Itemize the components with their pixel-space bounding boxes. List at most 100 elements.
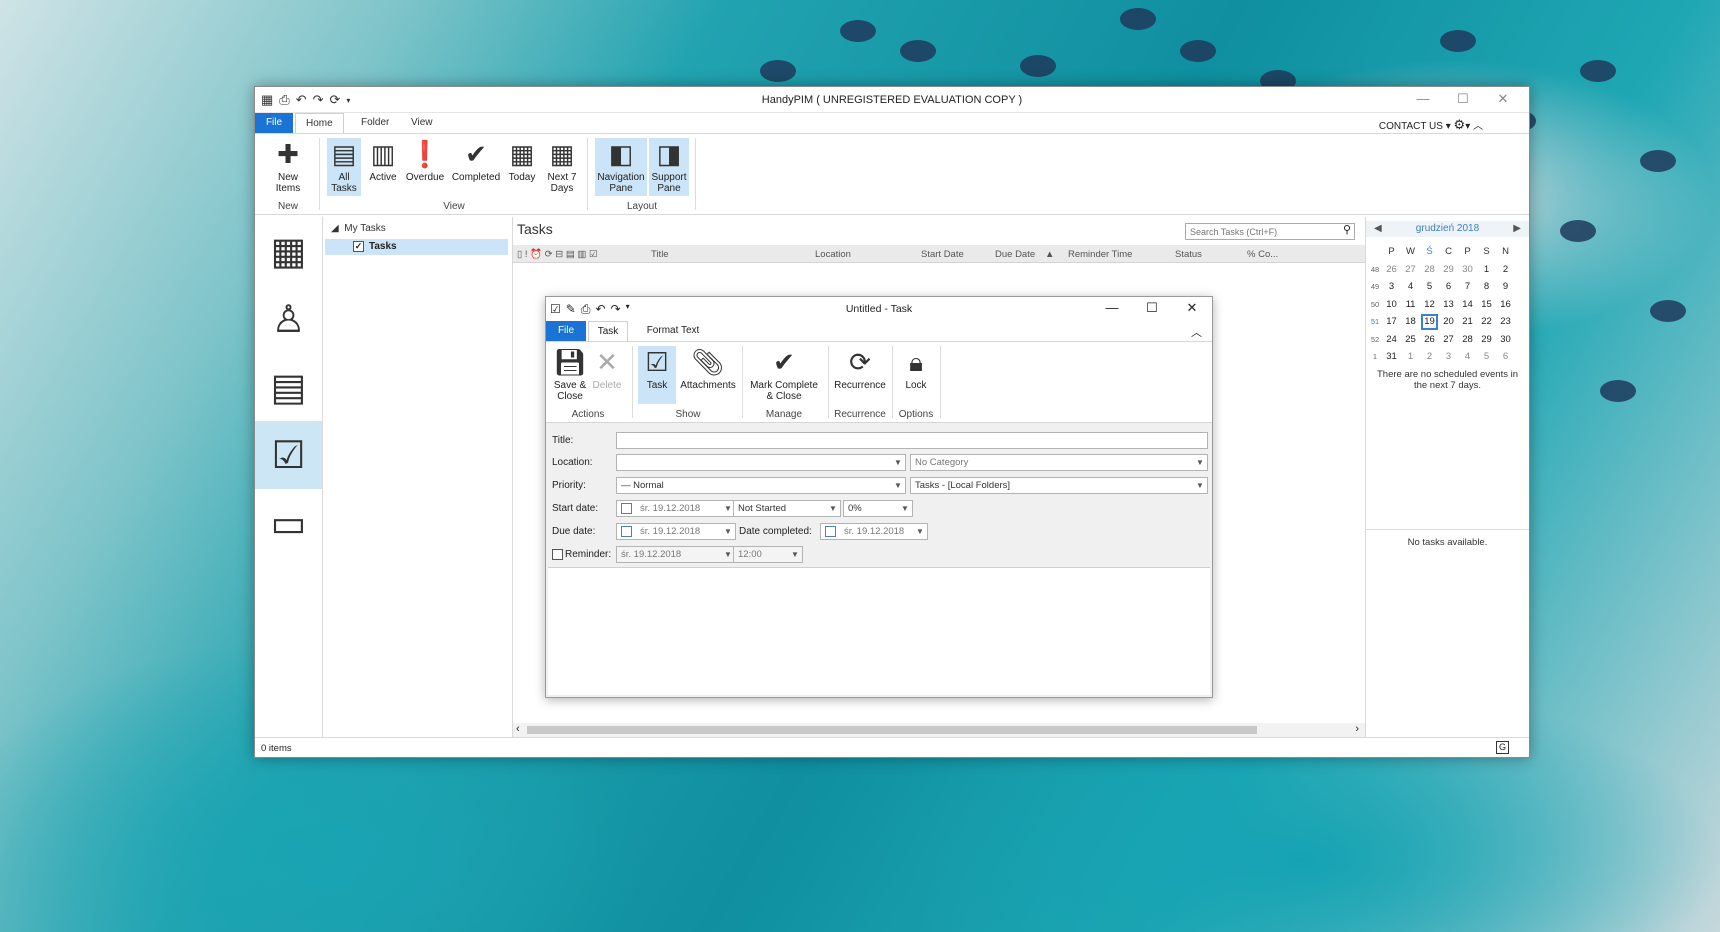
active-button[interactable]: ▥ Active xyxy=(365,138,401,183)
col-status[interactable]: Status xyxy=(1175,249,1202,260)
calendar-day[interactable]: 3 xyxy=(1382,278,1401,296)
scroll-right-icon[interactable]: › xyxy=(1355,723,1359,735)
col-reminder-time[interactable]: Reminder Time xyxy=(1068,249,1132,260)
calendar-day[interactable]: 9 xyxy=(1496,278,1515,296)
mark-complete-button[interactable]: ✔ Mark Complete & Close xyxy=(746,346,822,402)
calendar-day[interactable]: 4 xyxy=(1458,348,1477,366)
chevron-down-icon[interactable]: ▼ xyxy=(898,501,912,516)
calendar-day[interactable]: 4 xyxy=(1401,278,1420,296)
minimize-icon[interactable]: — xyxy=(1403,89,1443,109)
minimize-icon[interactable]: — xyxy=(1092,297,1132,319)
gear-icon[interactable]: ⚙ xyxy=(1454,117,1466,132)
start-date-checkbox[interactable] xyxy=(621,502,632,514)
calendar-day[interactable]: 19 xyxy=(1420,313,1439,331)
chevron-down-icon[interactable]: ▼ xyxy=(913,524,927,539)
chevron-down-icon[interactable]: ▼ xyxy=(721,524,735,539)
chevron-down-icon[interactable]: ▼ xyxy=(1193,455,1207,470)
calendar-day[interactable]: 15 xyxy=(1477,296,1496,314)
calendar-day[interactable]: 26 xyxy=(1420,331,1439,349)
delete-button[interactable]: ✕ Delete xyxy=(590,346,624,391)
nav-calendar[interactable]: ▦ xyxy=(255,217,322,285)
scroll-thumb[interactable] xyxy=(527,726,1257,734)
tab-file[interactable]: File xyxy=(255,113,293,133)
location-combo[interactable]: ▼ xyxy=(616,454,906,471)
calendar-day[interactable]: 28 xyxy=(1458,331,1477,349)
calendar-day[interactable]: 12 xyxy=(1420,296,1439,314)
notes-editor[interactable] xyxy=(548,567,1210,695)
col-title[interactable]: Title xyxy=(651,249,669,260)
nav-folders[interactable]: ▭ xyxy=(255,489,322,557)
calendar-day[interactable]: 25 xyxy=(1401,331,1420,349)
calendar-day[interactable]: 27 xyxy=(1401,261,1420,279)
calendar-day[interactable]: 11 xyxy=(1401,296,1420,314)
calendar-day[interactable]: 29 xyxy=(1439,261,1458,279)
scroll-left-icon[interactable]: ‹ xyxy=(516,723,520,735)
reminder-time-select[interactable]: 12:00 ▼ xyxy=(733,546,803,563)
contact-us-link[interactable]: CONTACT US ▾ ⚙▾ ︿ xyxy=(1379,117,1483,133)
next-7-days-button[interactable]: ▦ Next 7 Days xyxy=(543,138,581,194)
calendar-day[interactable]: 26 xyxy=(1382,261,1401,279)
recurrence-button[interactable]: ⟳ Recurrence xyxy=(832,346,888,391)
collapse-arrow-icon[interactable]: ◢ xyxy=(331,223,339,234)
calendar-day[interactable]: 8 xyxy=(1477,278,1496,296)
collapse-ribbon-icon[interactable]: ︿ xyxy=(1473,121,1483,132)
calendar-day[interactable]: 16 xyxy=(1496,296,1515,314)
calendar-day[interactable]: 10 xyxy=(1382,296,1401,314)
calendar-day[interactable]: 24 xyxy=(1382,331,1401,349)
search-input[interactable] xyxy=(1185,223,1355,240)
nav-notes[interactable]: ▤ xyxy=(255,353,322,421)
calendar-day[interactable]: 5 xyxy=(1420,278,1439,296)
percent-complete-select[interactable]: 0% ▼ xyxy=(843,500,913,517)
calendar-day[interactable]: 14 xyxy=(1458,296,1477,314)
calendar-day[interactable]: 28 xyxy=(1420,261,1439,279)
calendar-day[interactable]: 30 xyxy=(1496,331,1515,349)
col-percent-complete[interactable]: % Co... xyxy=(1247,249,1278,260)
due-date-checkbox[interactable] xyxy=(621,525,632,537)
tree-tasks-folder[interactable]: ✓ Tasks xyxy=(325,239,508,255)
close-icon[interactable]: ✕ xyxy=(1483,89,1523,109)
calendar-day[interactable]: 2 xyxy=(1496,261,1515,279)
priority-select[interactable]: — Normal ▼ xyxy=(616,477,906,494)
dialog-tab-file[interactable]: File xyxy=(546,321,586,341)
prev-month-icon[interactable]: ◀ xyxy=(1374,221,1382,237)
calendar-day[interactable]: 5 xyxy=(1477,348,1496,366)
lock-button[interactable]: 🔒︎ Lock xyxy=(896,346,936,391)
calendar-day[interactable]: 6 xyxy=(1496,348,1515,366)
all-tasks-button[interactable]: ▤ All Tasks xyxy=(327,138,361,196)
date-completed-picker[interactable]: śr. 19.12.2018 ▼ xyxy=(820,523,928,540)
chevron-down-icon[interactable]: ▼ xyxy=(826,501,840,516)
calendar-day[interactable]: 13 xyxy=(1439,296,1458,314)
due-date-picker[interactable]: śr. 19.12.2018 ▼ xyxy=(616,523,736,540)
calendar-day[interactable]: 21 xyxy=(1458,313,1477,331)
date-completed-checkbox[interactable] xyxy=(825,525,836,537)
calendar-day[interactable]: 30 xyxy=(1458,261,1477,279)
calendar-day[interactable]: 29 xyxy=(1477,331,1496,349)
type-column-icon[interactable]: ▯ ! ⏰ ⟳ ⊟ ▤ ▥ ☑ xyxy=(517,249,598,260)
chevron-down-icon[interactable]: ▼ xyxy=(891,478,905,493)
reminder-checkbox[interactable] xyxy=(552,549,563,560)
calendar-day[interactable]: 2 xyxy=(1420,348,1439,366)
folder-select[interactable]: Tasks - [Local Folders] ▼ xyxy=(910,477,1208,494)
search-icon[interactable]: ⚲ xyxy=(1343,223,1351,236)
new-items-button[interactable]: ✚ New Items xyxy=(265,138,311,194)
overdue-button[interactable]: ❗ Overdue xyxy=(403,138,447,183)
category-select[interactable]: No Category ▼ xyxy=(910,454,1208,471)
calendar-day[interactable]: 7 xyxy=(1458,278,1477,296)
col-location[interactable]: Location xyxy=(815,249,851,260)
title-input[interactable] xyxy=(616,432,1208,449)
maximize-icon[interactable]: ☐ xyxy=(1132,297,1172,319)
completed-button[interactable]: ✔ Completed xyxy=(449,138,503,183)
collapse-ribbon-icon[interactable]: ︿ xyxy=(1191,324,1202,340)
reminder-date-picker[interactable]: śr. 19.12.2018 ▼ xyxy=(616,546,736,563)
nav-tasks[interactable]: ☑ xyxy=(255,421,322,489)
calendar-day[interactable]: 3 xyxy=(1439,348,1458,366)
calendar-day[interactable]: 1 xyxy=(1401,348,1420,366)
tab-folder[interactable]: Folder xyxy=(351,113,399,133)
calendar-day[interactable]: 22 xyxy=(1477,313,1496,331)
maximize-icon[interactable]: ☐ xyxy=(1443,89,1483,109)
start-date-picker[interactable]: śr. 19.12.2018 ▼ xyxy=(616,500,736,517)
next-month-icon[interactable]: ▶ xyxy=(1513,221,1521,237)
nav-contacts[interactable]: ♙ xyxy=(255,285,322,353)
task-view-button[interactable]: ☑ Task xyxy=(638,346,676,404)
save-close-button[interactable]: 💾︎ Save & Close xyxy=(552,346,588,402)
